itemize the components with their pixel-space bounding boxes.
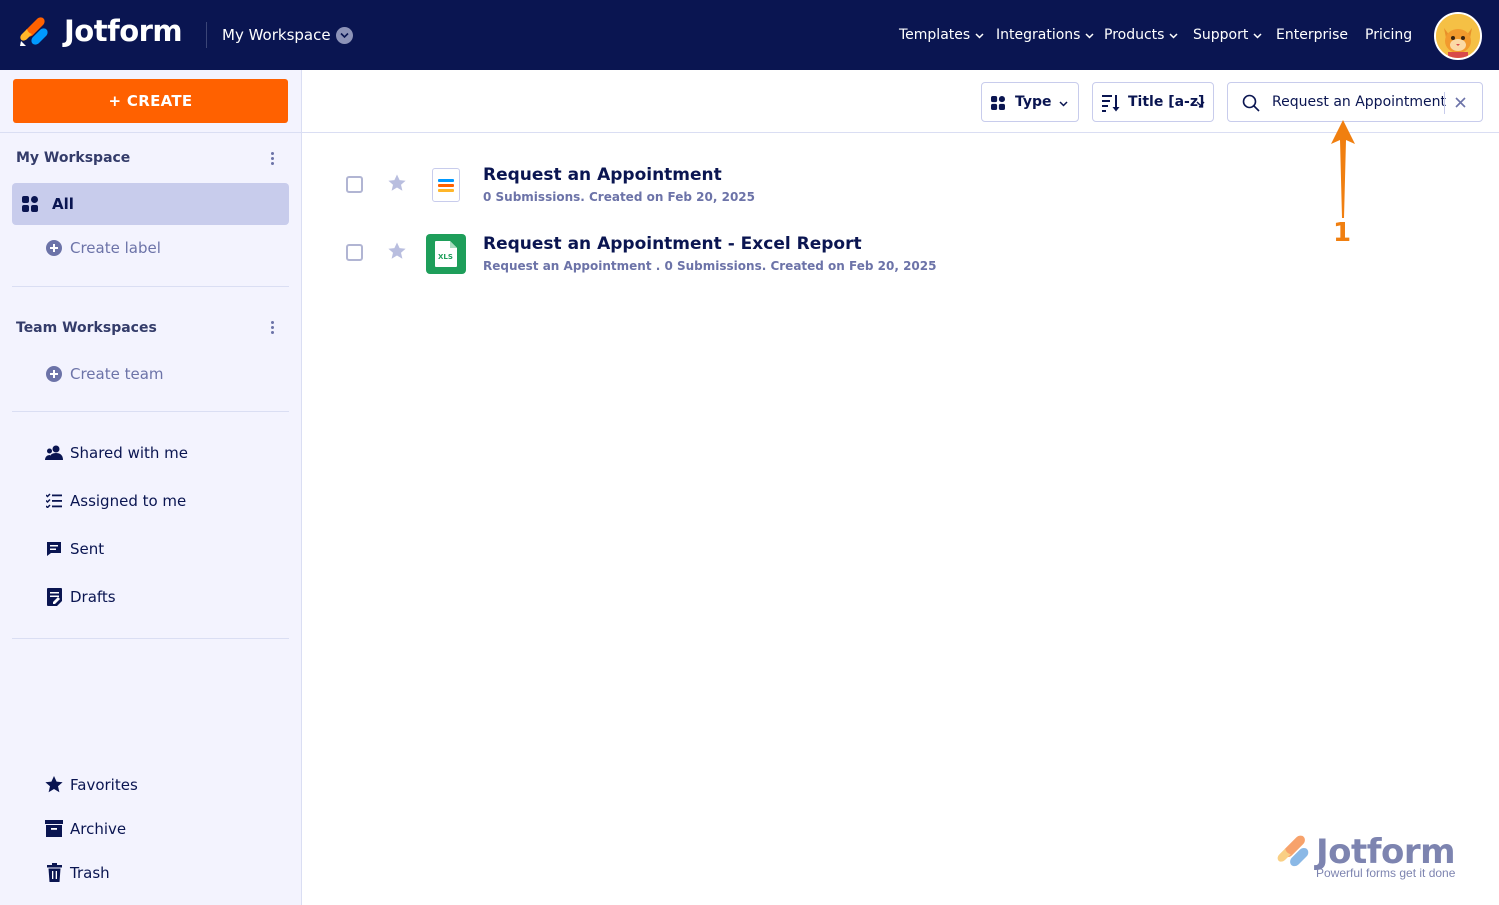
list-item[interactable]: Request an Appointment 0 Submissions. Cr…: [302, 152, 1499, 216]
search-divider: [1444, 92, 1445, 114]
sidebar-divider: [12, 411, 289, 412]
chevron-down-icon: [1169, 32, 1178, 39]
sidebar-item-archive[interactable]: Archive: [12, 814, 289, 844]
create-label-link[interactable]: Create label: [12, 234, 289, 264]
shared-users-icon: [45, 445, 63, 460]
top-navigation-bar: Jotform My Workspace Templates Integrati…: [0, 0, 1499, 70]
create-team-text: Create team: [70, 365, 164, 383]
nav-support-label: Support: [1193, 27, 1249, 43]
nav-products-label: Products: [1104, 27, 1165, 43]
grid-icon: [22, 196, 38, 212]
nav-templates[interactable]: Templates: [899, 27, 984, 43]
sidebar-item-trash[interactable]: Trash: [12, 858, 289, 888]
sidebar-item-assigned-to-me[interactable]: Assigned to me: [12, 486, 289, 516]
xls-label: XLS: [438, 253, 453, 261]
sort-label: Title [a-z]: [1128, 94, 1205, 110]
sidebar-item-label: Archive: [70, 820, 127, 838]
sidebar-item-drafts[interactable]: Drafts: [12, 582, 289, 612]
chevron-down-icon: [1253, 32, 1262, 39]
create-label-text: Create label: [70, 239, 161, 257]
search-field[interactable]: Request an Appointment: [1227, 82, 1483, 122]
sidebar-item-all-label: All: [52, 195, 74, 213]
row-checkbox[interactable]: [346, 176, 363, 193]
sort-icon: [1102, 95, 1120, 112]
draft-icon: [47, 588, 62, 606]
team-workspaces-title: Team Workspaces: [16, 320, 157, 336]
brand-name[interactable]: Jotform: [64, 14, 183, 48]
user-avatar[interactable]: [1434, 12, 1482, 60]
my-workspace-more-icon[interactable]: [268, 151, 278, 167]
create-team-link[interactable]: Create team: [12, 360, 289, 390]
sidebar-item-label: Shared with me: [70, 444, 189, 462]
header-divider: [206, 22, 207, 48]
chevron-down-icon: [1196, 101, 1205, 107]
sidebar-item-label: Assigned to me: [70, 492, 187, 510]
sidebar-item-label: Favorites: [70, 776, 138, 794]
sidebar-item-label: Sent: [70, 540, 105, 558]
user-avatar-cat-icon: [1436, 14, 1480, 58]
sidebar-divider: [12, 638, 289, 639]
star-icon: [45, 776, 63, 793]
grid-icon: [991, 96, 1005, 110]
row-checkbox[interactable]: [346, 244, 363, 261]
workspace-dropdown-icon[interactable]: [336, 27, 353, 44]
chevron-down-icon: [975, 32, 984, 39]
favorite-star-icon[interactable]: [388, 174, 406, 192]
watermark-logo-icon: [1277, 835, 1309, 867]
sort-button[interactable]: Title [a-z]: [1092, 82, 1214, 122]
sidebar-item-label: Drafts: [70, 588, 116, 606]
plus-circle-icon: [46, 240, 62, 256]
plus-circle-icon: [46, 366, 62, 382]
message-icon: [47, 542, 61, 556]
archive-icon: [45, 820, 63, 837]
sidebar-item-sent[interactable]: Sent: [12, 534, 289, 564]
jotform-logo-icon[interactable]: [18, 16, 50, 48]
sidebar-item-all[interactable]: All: [12, 183, 289, 225]
nav-enterprise[interactable]: Enterprise: [1276, 27, 1348, 43]
form-subtitle: 0 Submissions. Created on Feb 20, 2025: [483, 190, 756, 204]
report-subtitle: Request an Appointment . 0 Submissions. …: [483, 259, 937, 273]
favorite-star-icon[interactable]: [388, 242, 406, 260]
list-item[interactable]: XLS Request an Appointment - Excel Repor…: [302, 220, 1499, 284]
sidebar: + CREATE My Workspace All Create label T…: [0, 70, 302, 905]
nav-integrations[interactable]: Integrations: [996, 27, 1094, 43]
search-icon: [1242, 94, 1260, 112]
search-input[interactable]: Request an Appointment: [1272, 94, 1446, 110]
type-filter-label: Type: [1015, 94, 1052, 110]
my-workspace-title: My Workspace: [16, 150, 131, 166]
create-button[interactable]: + CREATE: [13, 79, 288, 123]
sidebar-divider: [12, 286, 289, 287]
nav-pricing-label: Pricing: [1365, 27, 1413, 43]
toolbar-divider: [302, 132, 1499, 133]
report-title[interactable]: Request an Appointment - Excel Report: [483, 234, 862, 254]
chevron-down-icon: [1059, 101, 1068, 107]
sidebar-item-favorites[interactable]: Favorites: [12, 770, 289, 800]
sidebar-divider: [0, 132, 302, 133]
form-title[interactable]: Request an Appointment: [483, 165, 722, 185]
nav-enterprise-label: Enterprise: [1276, 27, 1349, 43]
nav-pricing[interactable]: Pricing: [1365, 27, 1412, 43]
clear-search-icon[interactable]: [1455, 97, 1466, 108]
annotation-number: 1: [1333, 218, 1352, 248]
watermark-tagline: Powerful forms get it done: [1316, 866, 1456, 880]
nav-support[interactable]: Support: [1193, 27, 1262, 43]
sidebar-item-label: Trash: [70, 864, 110, 882]
chevron-down-icon: [1085, 32, 1094, 39]
nav-integrations-label: Integrations: [996, 27, 1081, 43]
trash-icon: [47, 863, 62, 882]
sidebar-item-shared-with-me[interactable]: Shared with me: [12, 438, 289, 468]
checklist-icon: [46, 493, 62, 508]
workspace-switcher-label[interactable]: My Workspace: [222, 26, 331, 44]
nav-templates-label: Templates: [899, 27, 971, 43]
xls-report-icon: XLS: [426, 234, 466, 274]
form-icon: [432, 168, 460, 202]
nav-products[interactable]: Products: [1104, 27, 1178, 43]
type-filter-button[interactable]: Type: [981, 82, 1079, 122]
team-workspaces-more-icon[interactable]: [268, 320, 278, 336]
